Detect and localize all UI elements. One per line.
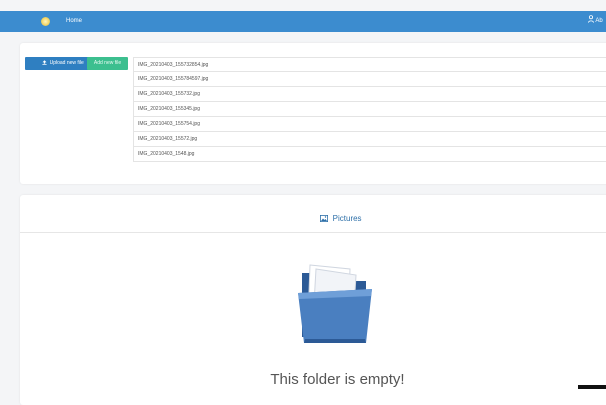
open-folder-icon [298, 264, 372, 343]
file-list-item[interactable]: IMG_20210403_15572.jpg [133, 132, 606, 147]
file-list-item[interactable]: IMG_20210403_1548.jpg [133, 147, 606, 162]
add-new-file-button[interactable]: Add new file [87, 57, 128, 70]
upload-icon [42, 60, 47, 65]
file-list-item[interactable]: IMG_20210403_155754.jpg [133, 117, 606, 132]
user-icon [588, 15, 594, 23]
user-menu[interactable]: Ab [588, 15, 603, 27]
file-upload-panel: Upload new file Add new file IMG_2021040… [20, 43, 606, 184]
top-navbar: Home Ab [0, 11, 606, 32]
user-name: Ab [595, 18, 603, 24]
folder-view-panel: Pictures This folder is empty! [20, 195, 606, 405]
sun-logo-icon[interactable] [41, 17, 50, 26]
upload-button-label: Upload new file [49, 60, 84, 66]
image-icon [320, 215, 329, 222]
corner-overlay [578, 385, 606, 389]
empty-folder-message: This folder is empty! [270, 371, 405, 388]
tab-pictures[interactable]: Pictures [313, 212, 369, 233]
home-link[interactable]: Home [66, 16, 82, 26]
file-list: IMG_20210403_155732854.jpg IMG_20210403_… [133, 57, 606, 162]
file-list-item[interactable]: IMG_20210403_155732854.jpg [133, 57, 606, 72]
file-list-item[interactable]: IMG_20210403_155345.jpg [133, 102, 606, 117]
tab-pictures-label: Pictures [332, 214, 362, 223]
file-list-item[interactable]: IMG_20210403_155784597.jpg [133, 72, 606, 87]
tab-divider [20, 232, 606, 233]
file-list-item[interactable]: IMG_20210403_155732.jpg [133, 87, 606, 102]
